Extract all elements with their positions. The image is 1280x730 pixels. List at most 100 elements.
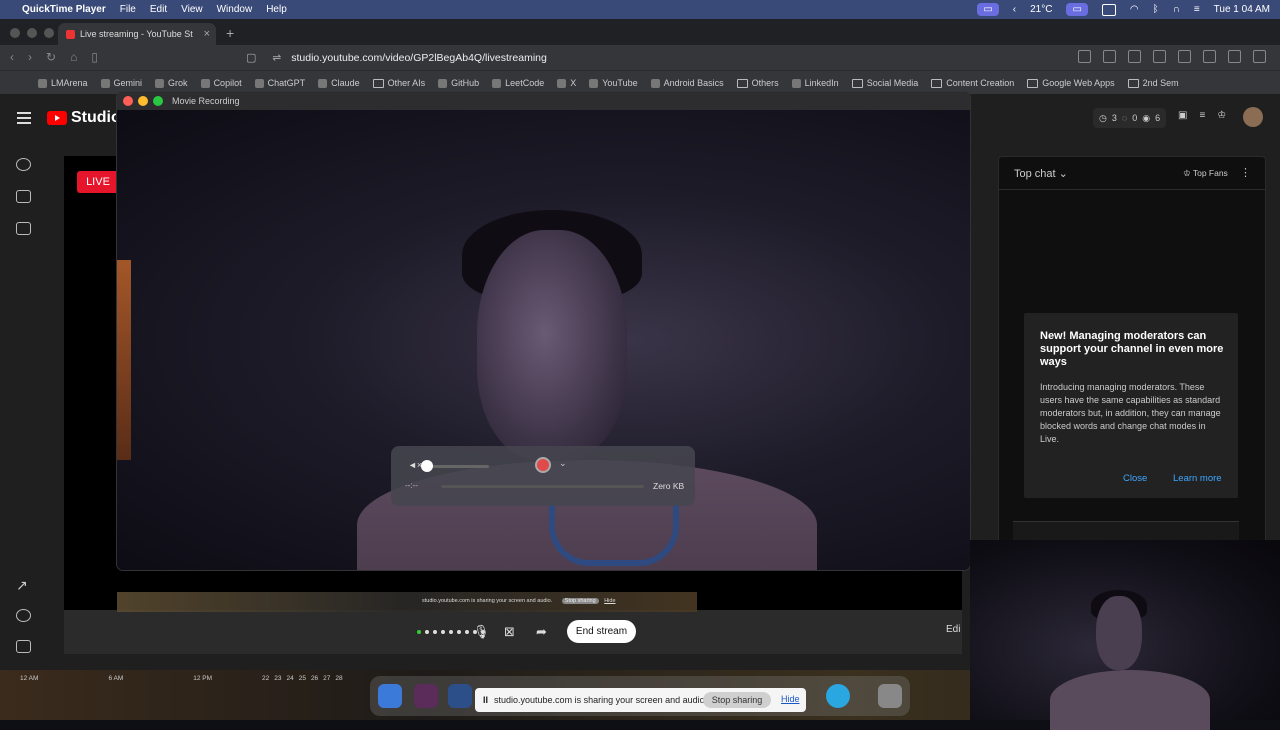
calendar-icon[interactable]	[16, 222, 31, 235]
menu-app-name[interactable]: QuickTime Player	[22, 4, 106, 15]
feedback-icon[interactable]	[16, 640, 31, 653]
bookmark-others[interactable]: Others	[736, 78, 779, 88]
extension-icon[interactable]	[1103, 50, 1116, 63]
bookmark-copilot[interactable]: Copilot	[200, 78, 242, 88]
finder-icon[interactable]	[378, 684, 402, 708]
bookmark-label: Android Basics	[663, 78, 724, 88]
studio-logo[interactable]: Studio	[47, 109, 121, 127]
bookmark-claude[interactable]: Claude	[318, 78, 360, 88]
control-center-icon[interactable]: ≡	[1194, 4, 1200, 15]
settings-icon[interactable]	[16, 609, 31, 622]
close-tab-icon[interactable]: ×	[204, 28, 210, 40]
back-icon[interactable]: ‹	[10, 50, 14, 64]
bookmark-gemini[interactable]: Gemini	[100, 78, 142, 88]
xcode-icon[interactable]	[448, 684, 472, 708]
hide-button[interactable]: Hide	[781, 694, 800, 704]
wallet-icon[interactable]	[1203, 50, 1216, 63]
menu-help[interactable]: Help	[266, 4, 287, 15]
menu-window[interactable]: Window	[217, 4, 253, 15]
bookmark-android-basics[interactable]: Android Basics	[650, 78, 724, 88]
screen-record-icon[interactable]: ▭	[977, 3, 999, 16]
home-icon[interactable]: ⌂	[70, 50, 77, 64]
bookmark-grok[interactable]: Grok	[155, 78, 188, 88]
arrow-up-right-icon[interactable]: ↗	[16, 577, 31, 593]
more-options-icon[interactable]: ⋮	[1240, 166, 1251, 179]
chat-mode-dropdown[interactable]: Top chat ⌄	[1014, 167, 1068, 180]
trophy-icon[interactable]: ♔	[1217, 110, 1226, 121]
qt-close-button[interactable]	[123, 96, 133, 106]
bookmark-x[interactable]: X	[557, 78, 576, 88]
close-window-button[interactable]	[10, 28, 20, 38]
new-tab-icon[interactable]: +	[226, 25, 234, 41]
forward-icon[interactable]: ›	[28, 50, 32, 64]
notice-learn-more-link[interactable]: Learn more	[1173, 473, 1222, 484]
brave-icon[interactable]	[414, 684, 438, 708]
captions-icon[interactable]: ▣	[1178, 110, 1187, 121]
menu-icon[interactable]	[1253, 50, 1266, 63]
minimize-window-button[interactable]	[27, 28, 37, 38]
recording-time: --:--	[405, 481, 418, 490]
tab-live-streaming[interactable]: Live streaming - YouTube St ×	[58, 23, 216, 45]
bookmark-icon[interactable]: ▢	[246, 51, 256, 64]
weather-text[interactable]: 21°C	[1030, 4, 1052, 15]
bookmark-label: X	[570, 78, 577, 88]
bookmark-content-creation[interactable]: Content Creation	[931, 78, 1014, 88]
bookmark-other-ais[interactable]: Other AIs	[372, 78, 425, 88]
bluetooth-icon[interactable]: ᛒ	[1153, 4, 1159, 15]
end-stream-button[interactable]: End stream	[567, 620, 636, 643]
top-fans-button[interactable]: ♔ Top Fans	[1183, 168, 1228, 179]
qt-minimize-button[interactable]	[138, 96, 148, 106]
menu-clock[interactable]: Tue 1 04 AM	[1214, 4, 1270, 15]
menu-edit[interactable]: Edit	[150, 4, 167, 15]
mic-icon[interactable]: 🎙︎	[473, 624, 490, 639]
url-text[interactable]: studio.youtube.com/video/GP2lBegAb4Q/liv…	[291, 52, 547, 64]
stream-controls: 🎙︎ ⊠ ➦ End stream Edi	[64, 610, 962, 654]
bookmark-lmarena[interactable]: LMArena	[38, 78, 88, 88]
chevron-left-icon[interactable]: ‹	[1013, 4, 1016, 15]
notice-close-button[interactable]: Close	[1123, 473, 1147, 484]
bookmark-github[interactable]: GitHub	[438, 78, 479, 88]
extension-icon[interactable]	[1078, 50, 1091, 63]
site-info-icon[interactable]: ⇌	[272, 52, 281, 64]
wifi-icon[interactable]: ◠	[1130, 4, 1139, 15]
record-button[interactable]	[535, 457, 551, 473]
sidebar-icon[interactable]: ▯	[91, 50, 98, 64]
volume-knob[interactable]	[421, 460, 433, 472]
bookmark-leetcode[interactable]: LeetCode	[492, 78, 544, 88]
chevron-down-icon[interactable]: ⌄	[559, 458, 567, 469]
download-icon[interactable]	[1153, 50, 1166, 63]
hamburger-menu-icon[interactable]	[17, 112, 31, 127]
headphones-icon[interactable]: ∩	[1173, 4, 1180, 15]
stream-icon[interactable]	[16, 158, 31, 171]
bookmark-label: Others	[751, 78, 779, 88]
leo-ai-icon[interactable]	[1228, 50, 1241, 63]
screen-share-off-icon[interactable]: ⊠	[504, 624, 518, 639]
zoom-window-button[interactable]	[44, 28, 54, 38]
bookmark-linkedin[interactable]: LinkedIn	[791, 78, 839, 88]
menu-file[interactable]: File	[120, 4, 136, 15]
edit-button[interactable]: Edi	[946, 624, 960, 635]
reload-icon[interactable]: ↻	[46, 50, 56, 64]
screen-mirror-icon[interactable]: ▭	[1066, 3, 1088, 16]
stop-sharing-button[interactable]: Stop sharing	[703, 692, 771, 708]
list-icon[interactable]: ≡	[1199, 110, 1205, 121]
avatar[interactable]	[1243, 107, 1263, 127]
bookmark-google-web-apps[interactable]: Google Web Apps	[1027, 78, 1115, 88]
bookmark-chatgpt[interactable]: ChatGPT	[254, 78, 305, 88]
bookmark-2nd-sem[interactable]: 2nd Sem	[1127, 78, 1179, 88]
quicktime-icon[interactable]	[826, 684, 850, 708]
bookmark-social-media[interactable]: Social Media	[851, 78, 918, 88]
sidebar-toggle-icon[interactable]	[1178, 50, 1191, 63]
pause-icon[interactable]: II	[483, 695, 488, 705]
menu-view[interactable]: View	[181, 4, 203, 15]
share-icon[interactable]: ➦	[536, 624, 550, 639]
qt-title-bar[interactable]: Movie Recording	[117, 92, 970, 110]
qt-zoom-button[interactable]	[153, 96, 163, 106]
trash-icon[interactable]	[878, 684, 902, 708]
extension-icon[interactable]	[1128, 50, 1141, 63]
camera-icon[interactable]	[16, 190, 31, 203]
battery-icon[interactable]	[1101, 3, 1116, 16]
bookmark-youtube[interactable]: YouTube	[589, 78, 638, 88]
address-bar[interactable]: ▢ ⇌ studio.youtube.com/video/GP2lBegAb4Q…	[246, 48, 996, 67]
stream-stats[interactable]: ◷ 3 ◌ 0 ◉ 6	[1093, 108, 1167, 128]
